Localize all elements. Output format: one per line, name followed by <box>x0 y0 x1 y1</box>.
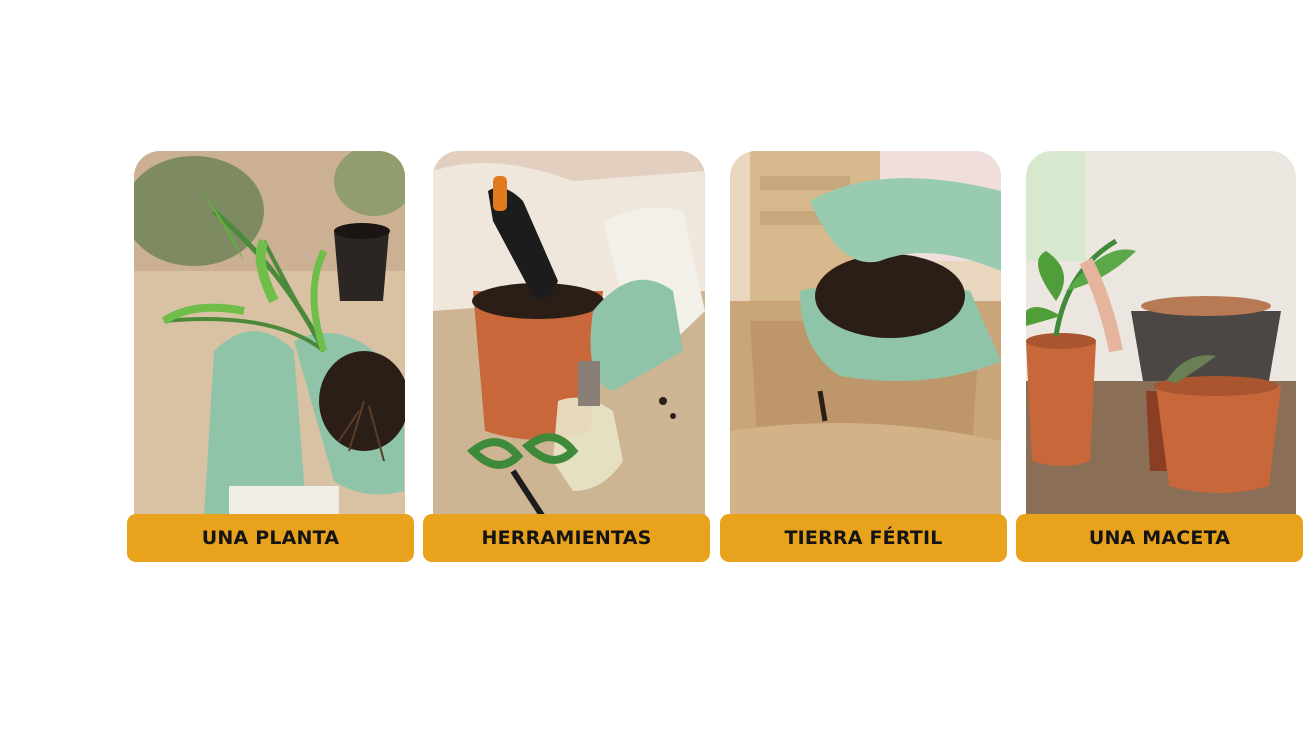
card-label[interactable]: HERRAMIENTAS <box>423 514 710 562</box>
card-label-text: UNA MACETA <box>1088 527 1231 549</box>
card-label-text: TIERRA FÉRTIL <box>784 527 943 549</box>
gardening-tools-photo <box>433 151 705 517</box>
page: UNA PLANTA HERRAMIENTAS TIERRA FÉRTIL UN… <box>0 0 1304 738</box>
card-label[interactable]: UNA MACETA <box>1016 514 1303 562</box>
card-label-text: HERRAMIENTAS <box>481 527 652 549</box>
card-label[interactable]: TIERRA FÉRTIL <box>720 514 1007 562</box>
flower-pot-photo <box>1026 151 1296 517</box>
fertile-soil-photo <box>730 151 1001 517</box>
card-label-text: UNA PLANTA <box>201 527 340 549</box>
plant-seedling-photo <box>134 151 405 517</box>
card-label[interactable]: UNA PLANTA <box>127 514 414 562</box>
